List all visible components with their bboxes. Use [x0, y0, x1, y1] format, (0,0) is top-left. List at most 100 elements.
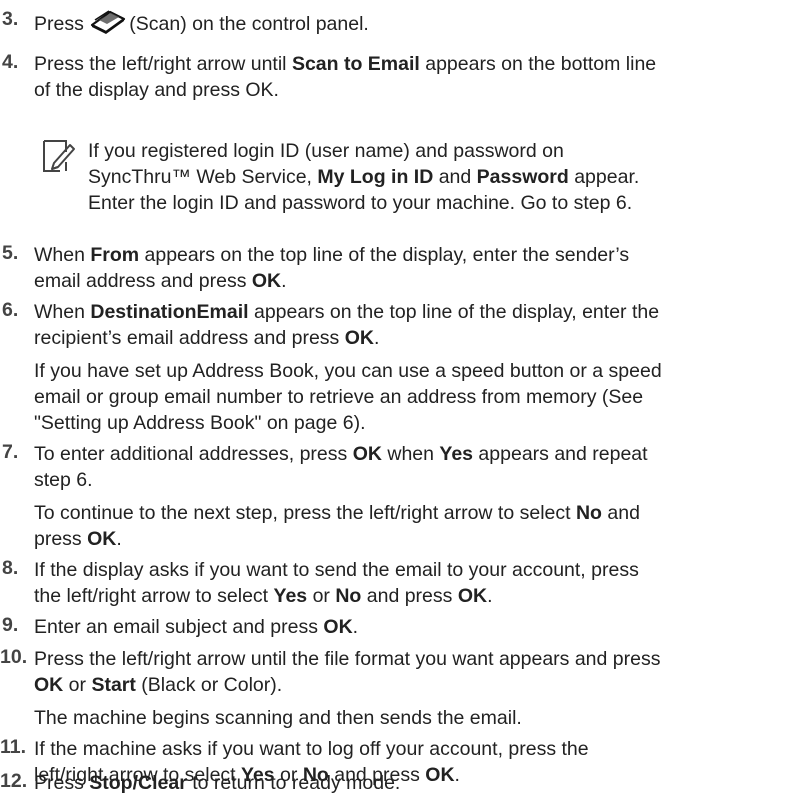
step-line: Enter an email subject and press OK.	[34, 614, 805, 640]
scan-icon	[91, 10, 126, 34]
step-text: If the display asks if you want to send …	[34, 557, 805, 609]
bold-term: OK	[87, 528, 117, 550]
step-line: Press the left/right arrow until Scan to…	[34, 51, 805, 77]
text-run: and	[433, 166, 477, 188]
step-paragraph-line: The machine begins scanning and then sen…	[34, 705, 805, 731]
text-run: Press the left/right arrow until the fil…	[34, 648, 661, 670]
text-run: The machine begins scanning and then sen…	[34, 707, 522, 729]
bold-term: No	[575, 502, 602, 524]
text-run: appears on the bottom line	[419, 53, 657, 75]
text-run: appear.	[568, 166, 640, 188]
step-paragraph-line: "Setting up Address Book" on page 6).	[34, 410, 805, 436]
text-run: step 6.	[34, 469, 93, 491]
step-paragraph-line: If you have set up Address Book, you can…	[34, 358, 805, 384]
text-run: .	[352, 616, 359, 638]
step-line: Press the left/right arrow until the fil…	[34, 646, 805, 672]
note-line: Enter the login ID and password to your …	[88, 190, 810, 216]
text-run: the left/right arrow to select	[34, 585, 274, 607]
text-run: appears on the top line of the display, …	[139, 244, 630, 266]
text-run: .	[281, 270, 287, 292]
step-number: 12.	[0, 770, 28, 792]
step-number: 5.	[2, 242, 19, 264]
text-run: If you have set up Address Book, you can…	[34, 360, 662, 382]
text-run: Press	[34, 772, 90, 794]
text-run: email or group email number to retrieve …	[34, 386, 644, 408]
bold-term: DestinationEmail	[90, 301, 249, 323]
step-line: If the display asks if you want to send …	[34, 557, 805, 583]
bold-term: Yes	[439, 443, 474, 465]
text-run: Enter the login ID and password to your …	[88, 192, 633, 214]
text-run: and	[601, 502, 640, 524]
text-run: To enter additional addresses, press	[34, 443, 353, 465]
text-run: SyncThru™ Web Service,	[88, 166, 318, 188]
text-run: or	[307, 585, 336, 607]
text-run: When	[34, 301, 91, 323]
step-line: When DestinationEmail appears on the top…	[34, 299, 805, 325]
step-text: Press the left/right arrow until Scan to…	[34, 51, 805, 103]
step-number: 4.	[2, 51, 19, 73]
step-paragraph-line: To continue to the next step, press the …	[34, 500, 805, 526]
note-pencil-icon	[43, 140, 75, 172]
step-line: the left/right arrow to select Yes or No…	[34, 583, 805, 609]
step-line: Press Stop/Clear to return to ready mode…	[34, 770, 805, 796]
bold-term: OK	[251, 270, 282, 292]
step-number: 9.	[2, 614, 19, 636]
step-number: 10.	[0, 646, 28, 668]
bold-term: No	[335, 585, 362, 607]
bold-term: Start	[91, 674, 136, 696]
bold-term: Yes	[273, 585, 308, 607]
text-run: "Setting up Address Book" on page 6).	[34, 412, 366, 434]
bold-term: Scan to Email	[291, 53, 420, 75]
bold-term: OK	[344, 327, 374, 349]
text-run: If the display asks if you want to send …	[34, 559, 639, 581]
text-run: Press the left/right arrow until	[34, 53, 292, 75]
bold-term: Stop/Clear	[89, 772, 187, 794]
text-run: recipient’s email address and press	[34, 327, 345, 349]
step-line: step 6.	[34, 467, 805, 493]
step-text: When From appears on the top line of the…	[34, 242, 805, 294]
step-number: 8.	[2, 557, 19, 579]
step-line: If the machine asks if you want to log o…	[34, 736, 805, 762]
note-box: If you registered login ID (user name) a…	[88, 138, 810, 216]
bold-term: OK	[34, 674, 64, 696]
step-line: of the display and press OK.	[34, 77, 805, 103]
text-run: (Black or Color).	[135, 674, 283, 696]
step-line: Press (Scan) on the control panel.	[34, 8, 805, 35]
text-run: to return to ready mode.	[186, 772, 401, 794]
bold-term: My Log in ID	[317, 166, 434, 188]
note-line: If you registered login ID (user name) a…	[88, 138, 810, 164]
step-text: Enter an email subject and press OK.	[34, 614, 805, 640]
step-text: Press (Scan) on the control panel.	[34, 8, 805, 35]
step-line: When From appears on the top line of the…	[34, 242, 805, 268]
bold-term: Password	[476, 166, 569, 188]
step-line: To enter additional addresses, press OK …	[34, 441, 805, 467]
text-run: When	[34, 244, 91, 266]
step-number: 6.	[2, 299, 19, 321]
text-run: when	[381, 443, 440, 465]
step-line: recipient’s email address and press OK.	[34, 325, 805, 351]
note-line: SyncThru™ Web Service, My Log in ID and …	[88, 164, 810, 190]
step-text: When DestinationEmail appears on the top…	[34, 299, 805, 436]
text-run: To continue to the next step, press the …	[34, 502, 576, 524]
text-run: appears and repeat	[473, 443, 648, 465]
manual-page: 3. Press (Scan) on the control panel. 4.…	[0, 0, 810, 800]
step-line: OK or Start (Black or Color).	[34, 672, 805, 698]
bold-term: OK	[457, 585, 488, 607]
text-run: .	[487, 585, 493, 607]
text-run: press	[34, 528, 88, 550]
bold-term: OK	[352, 443, 382, 465]
step-text: Press the left/right arrow until the fil…	[34, 646, 805, 731]
bold-term: From	[90, 244, 140, 266]
text-run: email address and press	[34, 270, 252, 292]
step-number: 3.	[2, 8, 19, 30]
step-paragraph-line: email or group email number to retrieve …	[34, 384, 805, 410]
step-text: Press Stop/Clear to return to ready mode…	[34, 770, 805, 796]
step-line: email address and press OK.	[34, 268, 805, 294]
step-paragraph-line: press OK.	[34, 526, 805, 552]
text-run: If you registered login ID (user name) a…	[88, 140, 564, 162]
bold-term: OK	[323, 616, 353, 638]
text-run: .	[116, 528, 122, 550]
step-number: 11.	[0, 736, 27, 758]
text-run: .	[373, 327, 380, 349]
text-run: of the display and press OK.	[34, 79, 279, 101]
